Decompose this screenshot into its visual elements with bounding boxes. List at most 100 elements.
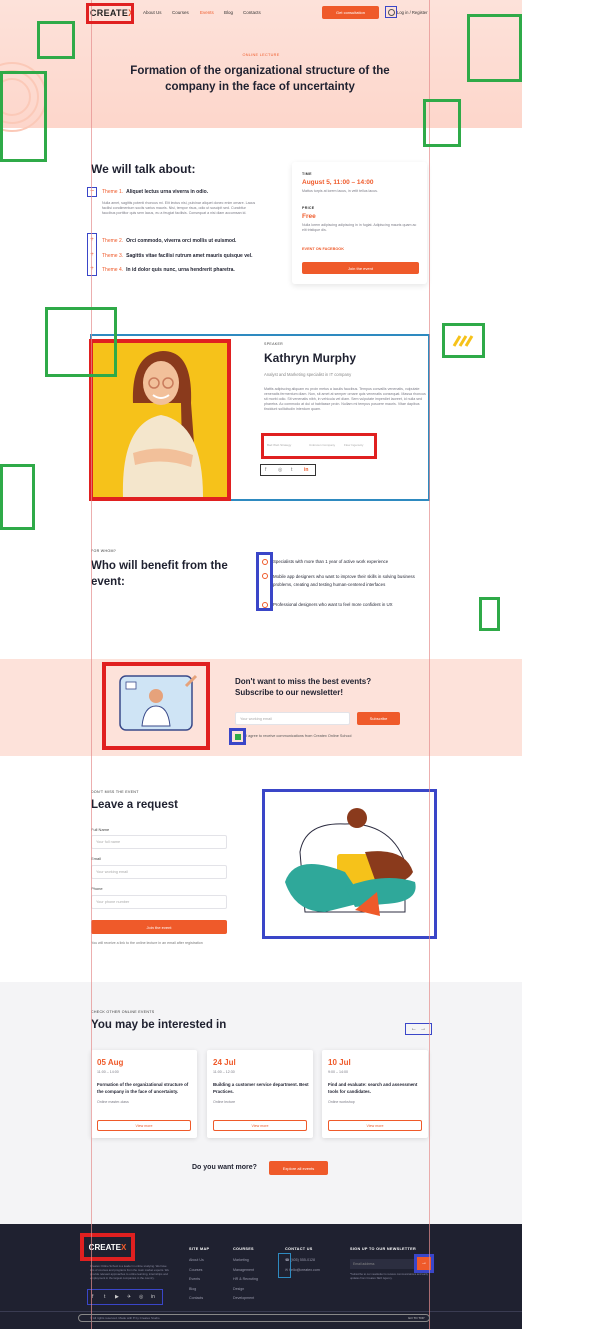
footer-link[interactable]: Management: [233, 1266, 258, 1276]
get-consultation-button[interactable]: Get consultation: [322, 6, 379, 19]
login-link[interactable]: Log in / Register: [397, 10, 428, 15]
nav-events[interactable]: Events: [200, 10, 214, 15]
request-label: DON'T MISS THE EVENT: [91, 790, 139, 794]
request-join-button[interactable]: Join the event: [91, 920, 227, 934]
full-name-input[interactable]: Your full name: [91, 835, 227, 849]
decor-shape: [442, 323, 485, 358]
sitemap-column: SITE MAP About Us Courses Events Blog Co…: [189, 1247, 209, 1304]
check-icon: [262, 559, 268, 565]
footer-link[interactable]: Events: [189, 1275, 209, 1285]
footer-newsletter-note: *Subscribe to our newsletter to receive …: [350, 1273, 428, 1280]
event-card[interactable]: 10 Jul 9:00 – 14:00 Find and evaluate: s…: [322, 1050, 428, 1138]
guide-line-left: [91, 0, 92, 1329]
user-icon-highlight: [385, 6, 397, 18]
sitemap-title: SITE MAP: [189, 1247, 210, 1251]
footer-link[interactable]: Contacts: [189, 1294, 209, 1304]
partner-logo: Unknown Company: [309, 443, 336, 447]
carousel-controls: ← →: [405, 1023, 432, 1035]
theme-item[interactable]: Theme 4. In id dolor quis nunc, urna hend…: [102, 267, 235, 273]
footer-link[interactable]: About Us: [189, 1256, 209, 1266]
theme-item[interactable]: Theme 3. Sagittis vitae facilisi rutrum a…: [102, 253, 253, 259]
speaker-bio: Mattis adipiscing aliquam eu proin metus…: [264, 387, 426, 411]
benefit-heading: Who will benefit from the event:: [91, 560, 228, 588]
guide-line-right: [429, 0, 430, 1329]
view-more-button[interactable]: View more: [328, 1120, 422, 1131]
collapse-icon[interactable]: −: [87, 187, 97, 197]
phone-input[interactable]: Your phone number: [91, 895, 227, 909]
horizontal-scrollbar[interactable]: [78, 1314, 430, 1322]
instagram-icon[interactable]: ◎: [278, 467, 282, 473]
partner-logo: Flow Ingenuity: [344, 443, 364, 447]
telegram-icon[interactable]: ✈: [127, 1294, 131, 1300]
speaker-label: SPEAKER: [264, 342, 284, 346]
event-card[interactable]: 05 Aug 11:00 – 14:00 Formation of the or…: [91, 1050, 197, 1138]
nav-about[interactable]: About Us: [143, 10, 162, 15]
event-category: ONLINE LECTURE: [242, 53, 280, 57]
email-input[interactable]: Your working email: [91, 865, 227, 879]
courses-column: COURSES Marketing Management HR & Recrut…: [233, 1247, 258, 1304]
nav-contacts[interactable]: Contacts: [243, 10, 261, 15]
decor-shape: [0, 464, 35, 530]
decor-shape: [37, 21, 75, 59]
newsletter-send-button[interactable]: →: [414, 1254, 434, 1273]
join-event-button[interactable]: Join the event: [302, 262, 419, 274]
page-title: Formation of the organizational structur…: [130, 65, 390, 93]
arrow-left-icon[interactable]: ←: [411, 1026, 417, 1032]
field-label-name: Full Name: [91, 827, 110, 832]
plus-icon[interactable]: +: [89, 266, 95, 272]
footer-link[interactable]: Design: [233, 1285, 258, 1295]
request-heading: Leave a request: [91, 799, 178, 811]
price-label: PRICE: [302, 206, 315, 210]
footer-phone[interactable]: (405) 555-0128: [290, 1258, 315, 1262]
linkedin-icon[interactable]: in: [151, 1294, 155, 1300]
agree-checkbox-frame: [229, 728, 246, 745]
footer-link[interactable]: HR & Recruting: [233, 1275, 258, 1285]
footer-link[interactable]: Blog: [189, 1285, 209, 1295]
event-date: 24 Jul: [213, 1058, 236, 1067]
event-date: 05 Aug: [97, 1058, 124, 1067]
footer-newsletter-input[interactable]: Email address: [350, 1259, 420, 1269]
facebook-event-link[interactable]: EVENT ON FACEBOOK: [302, 247, 344, 251]
video-call-illustration: [119, 674, 198, 731]
page: CREATEX About Us Courses Events Blog Con…: [0, 0, 522, 1329]
newsletter-section: [0, 659, 522, 756]
event-card[interactable]: 24 Jul 11:00 – 12:30 Building a customer…: [207, 1050, 313, 1138]
facebook-icon[interactable]: f: [92, 1294, 93, 1300]
benefit-item: Professional designers who want to feel …: [273, 602, 393, 607]
twitter-icon[interactable]: t: [291, 467, 292, 473]
event-title: Find and evaluate: search and assessment…: [328, 1082, 418, 1094]
benefit-label: FOR WHOM?: [91, 549, 117, 553]
arrow-right-icon[interactable]: →: [420, 1026, 426, 1032]
instagram-icon[interactable]: ◎: [139, 1294, 143, 1300]
twitter-icon[interactable]: t: [104, 1294, 105, 1300]
plus-icon[interactable]: +: [89, 252, 95, 258]
event-title: Building a customer service department. …: [213, 1082, 309, 1094]
check-icon: [262, 573, 268, 579]
view-more-button[interactable]: View more: [97, 1120, 191, 1131]
theme-item[interactable]: Theme 2. Orci commodo, viverra orci molli…: [102, 238, 236, 244]
footer-link[interactable]: Development: [233, 1294, 258, 1304]
footer-link[interactable]: Marketing: [233, 1256, 258, 1266]
theme-item[interactable]: Theme 1. Aliquet lectus urna viverra in o…: [102, 189, 208, 195]
footer-link[interactable]: Courses: [189, 1266, 209, 1276]
request-illustration: [262, 789, 437, 939]
newsletter-illustration: [102, 662, 210, 750]
event-time: 9:00 – 14:00: [328, 1070, 348, 1074]
nav-blog[interactable]: Blog: [224, 10, 233, 15]
footer-email[interactable]: hello@createx.com: [289, 1268, 320, 1272]
subscribe-button[interactable]: Subscribe: [357, 712, 400, 725]
footer-logo[interactable]: CREATE X: [80, 1233, 135, 1261]
courses-title: COURSES: [233, 1247, 254, 1251]
price-description: Nulla lorem adipiscing adipiscing in in …: [302, 223, 417, 232]
plus-icon[interactable]: +: [89, 237, 95, 243]
newsletter-email-input[interactable]: Your working email: [235, 712, 350, 725]
explore-events-button[interactable]: Explore all events: [269, 1161, 328, 1175]
linkedin-icon[interactable]: in: [304, 467, 308, 473]
youtube-icon[interactable]: ▶: [115, 1294, 119, 1300]
agree-checkbox[interactable]: [235, 734, 241, 740]
nav-courses[interactable]: Courses: [172, 10, 189, 15]
facebook-icon[interactable]: f: [265, 467, 266, 473]
decor-shape: [467, 14, 522, 82]
agree-label: I agree to receive communications from C…: [246, 734, 352, 738]
view-more-button[interactable]: View more: [213, 1120, 307, 1131]
